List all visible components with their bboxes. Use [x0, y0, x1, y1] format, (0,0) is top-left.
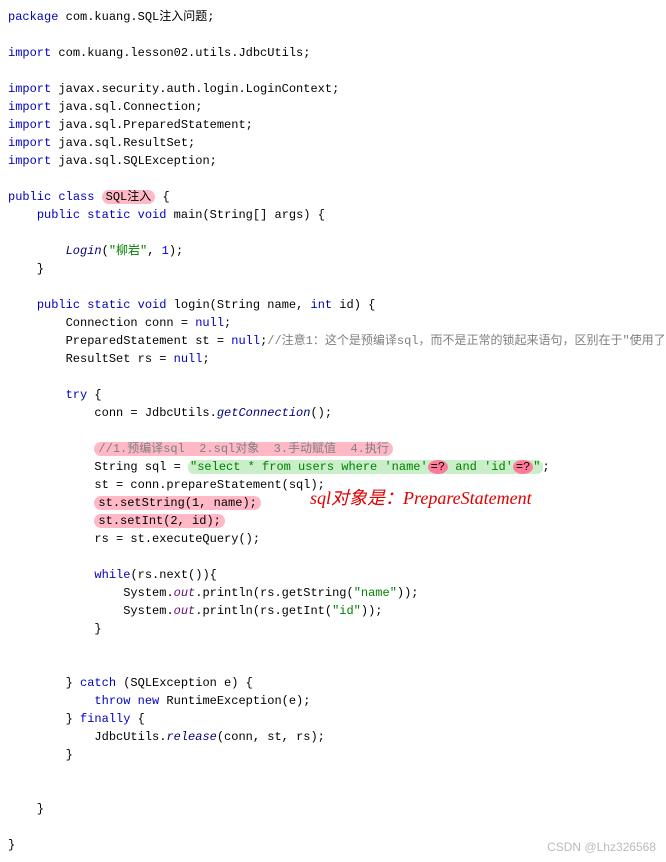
setstring-highlight: st.setString(1, name); — [94, 496, 260, 510]
close2: )); — [361, 604, 383, 618]
kw-import: import — [8, 154, 51, 168]
while-cond: (rs.next()){ — [130, 568, 216, 582]
kw-public: public — [8, 190, 51, 204]
steps-comment-text: //1.预编译sql 2.sql对象 3.手动赋值 4.执行 — [98, 442, 388, 456]
import-1: com.kuang.lesson02.utils.JdbcUtils; — [51, 46, 310, 60]
sql-string-highlight: "select * from users where 'name'=? and … — [188, 460, 542, 474]
import-5: java.sql.ResultSet; — [51, 136, 195, 150]
kw-void: void — [138, 298, 167, 312]
kw-null: null — [174, 352, 203, 366]
login-sig-a: login(String name, — [166, 298, 310, 312]
release-c: (conn, st, rs); — [217, 730, 325, 744]
comment-note1: //注意1：这个是预编译sql，而不是正常的锁起来语句，区别在于"使用了占位符" — [267, 334, 666, 348]
kw-static: static — [87, 208, 130, 222]
kw-import: import — [8, 118, 51, 132]
kw-import: import — [8, 136, 51, 150]
out2: out — [174, 604, 196, 618]
exec-query: rs = st.executeQuery(); — [8, 532, 260, 546]
q2-highlight: =? — [513, 460, 533, 474]
catch-sig: (SQLException e) { — [116, 676, 253, 690]
sys2: System — [123, 604, 166, 618]
annotation-label: sql对象是：PrepareStatement — [310, 485, 532, 512]
kw-static: static — [87, 298, 130, 312]
kw-import: import — [8, 100, 51, 114]
sql-c: " — [533, 460, 540, 474]
decl-conn: Connection conn = — [8, 316, 195, 330]
login-arg-num: 1 — [162, 244, 169, 258]
out1: out — [174, 586, 196, 600]
println1: .println(rs.getString( — [195, 586, 353, 600]
code-block: package com.kuang.SQL注入问题; import com.ku… — [8, 8, 658, 854]
sql-b: and 'id' — [448, 460, 513, 474]
kw-public: public — [37, 298, 80, 312]
kw-while: while — [94, 568, 130, 582]
kw-public: public — [37, 208, 80, 222]
decl-rs: ResultSet rs = — [8, 352, 174, 366]
sys1: System — [123, 586, 166, 600]
kw-null: null — [195, 316, 224, 330]
login-arg-str: "柳岩" — [109, 244, 147, 258]
kw-class: class — [58, 190, 94, 204]
login-call: Login — [66, 244, 102, 258]
kw-try: try — [66, 388, 88, 402]
kw-import: import — [8, 46, 51, 60]
import-4: java.sql.PreparedStatement; — [51, 118, 253, 132]
getconn-b: getConnection — [217, 406, 311, 420]
import-2: javax.security.auth.login.LoginContext; — [51, 82, 339, 96]
sql-assign: String sql = — [8, 460, 188, 474]
main-sig: main(String[] args) { — [166, 208, 324, 222]
getconn-c: (); — [310, 406, 332, 420]
class-name-highlight: SQL注入 — [102, 190, 156, 204]
release-b: release — [166, 730, 216, 744]
println2: .println(rs.getInt( — [195, 604, 332, 618]
name-str: "name" — [354, 586, 397, 600]
kw-void: void — [138, 208, 167, 222]
kw-throw: throw new — [94, 694, 159, 708]
prep-stmt: st = conn.prepareStatement(sql); — [8, 478, 325, 492]
kw-catch: catch — [80, 676, 116, 690]
release-a: JdbcUtils. — [8, 730, 166, 744]
kw-null: null — [231, 334, 260, 348]
import-6: java.sql.SQLException; — [51, 154, 217, 168]
kw-package: package — [8, 10, 58, 24]
watermark: CSDN @Lhz326568 — [547, 838, 656, 856]
sql-a: "select * from users where 'name' — [190, 460, 428, 474]
highlight-steps-comment: //1.预编译sql 2.sql对象 3.手动赋值 4.执行 — [94, 442, 392, 456]
id-str: "id" — [332, 604, 361, 618]
login-sig-b: id) { — [332, 298, 375, 312]
kw-import: import — [8, 82, 51, 96]
setint-highlight: st.setInt(2, id); — [94, 514, 224, 528]
getconn-a: conn = JdbcUtils. — [8, 406, 217, 420]
close1: )); — [397, 586, 419, 600]
q1-highlight: =? — [428, 460, 448, 474]
pkg-name: com.kuang.SQL注入问题; — [58, 10, 214, 24]
decl-st: PreparedStatement st = — [8, 334, 231, 348]
import-3: java.sql.Connection; — [51, 100, 202, 114]
throw-body: RuntimeException(e); — [159, 694, 310, 708]
kw-finally: finally — [80, 712, 130, 726]
kw-int: int — [311, 298, 333, 312]
